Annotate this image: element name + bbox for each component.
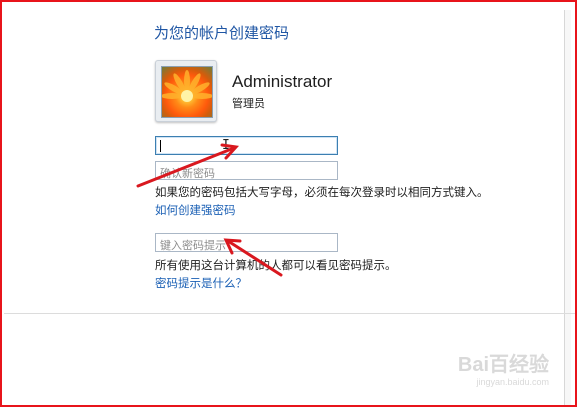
annotation-arrows [86,0,283,277]
annotation-arrow-1 [136,146,236,188]
annotation-arrow-2 [226,239,283,277]
